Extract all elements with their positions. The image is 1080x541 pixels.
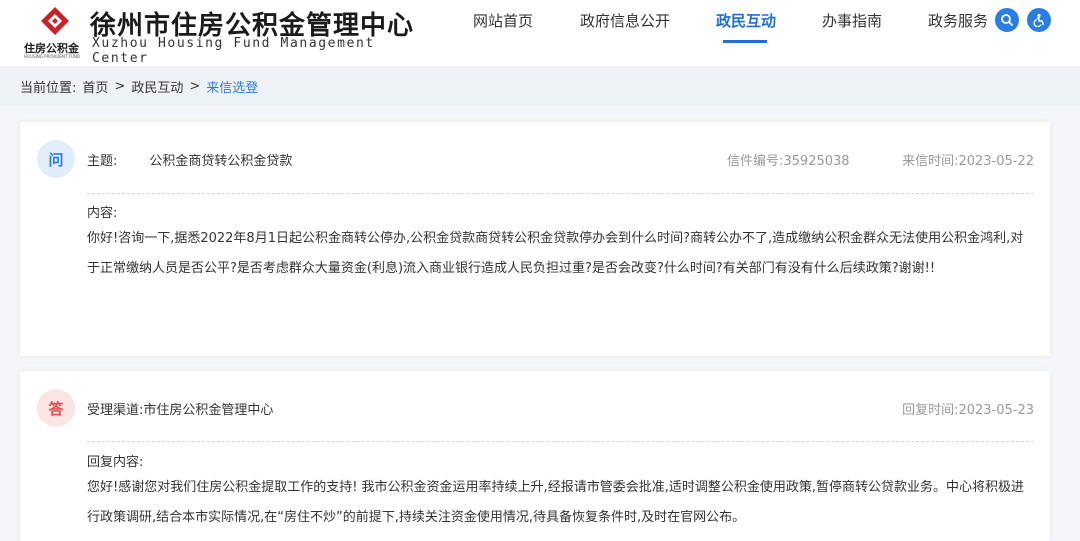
nav-guide[interactable]: 办事指南 (822, 0, 882, 44)
channel-text: 受理渠道:市住房公积金管理中心 (87, 403, 274, 418)
breadcrumb-current[interactable]: 来信选登 (206, 77, 258, 96)
site-logo[interactable]: 住房公积金 HOUSING PROVIDENT FUND 徐州市住房公积金管理中… (22, 4, 422, 66)
search-button[interactable] (995, 8, 1019, 32)
nav-home[interactable]: 网站首页 (473, 0, 533, 44)
breadcrumb-home[interactable]: 首页 (82, 77, 108, 96)
breadcrumb-separator: > (189, 78, 201, 94)
answer-card: 答 受理渠道:市住房公积金管理中心 回复时间:2023-05-23 回复内容: … (20, 371, 1050, 541)
reply-content-label: 回复内容: (87, 455, 144, 470)
accessibility-button[interactable] (1027, 8, 1051, 32)
divider (87, 441, 1034, 442)
letter-number: 信件编号:35925038 (727, 154, 850, 169)
breadcrumb-prefix: 当前位置: (20, 80, 77, 96)
nav-interaction[interactable]: 政民互动 (716, 0, 776, 44)
reply-date: 回复时间:2023-05-23 (902, 403, 1034, 418)
question-badge: 问 (37, 140, 75, 178)
question-content: 你好!咨询一下,据悉2022年8月1日起公积金商转公停办,公积金贷款商贷转公积金… (87, 231, 1024, 276)
subject-text: 公积金商贷转公积金贷款 (149, 154, 293, 169)
question-card: 问 主题: 公积金商贷转公积金贷款 信件编号:35925038 来信时间:202… (20, 122, 1050, 356)
divider (87, 193, 1034, 194)
search-icon (1001, 14, 1014, 27)
breadcrumb: 当前位置: 首页 > 政民互动 > 来信选登 (0, 66, 1080, 106)
question-header: 主题: 公积金商贷转公积金贷款 信件编号:35925038 来信时间:2023-… (87, 150, 1034, 169)
nav-gov-info[interactable]: 政府信息公开 (580, 0, 670, 44)
breadcrumb-separator: > (114, 78, 126, 94)
breadcrumb-interaction[interactable]: 政民互动 (131, 77, 183, 96)
site-title-en: Xuzhou Housing Fund Management Center (92, 36, 375, 66)
site-header: 住房公积金 HOUSING PROVIDENT FUND 徐州市住房公积金管理中… (0, 0, 1080, 66)
accessibility-icon (1033, 13, 1045, 27)
logo-small-en: HOUSING PROVIDENT FUND (24, 54, 80, 59)
content-label: 内容: (87, 206, 118, 221)
answer-header: 受理渠道:市住房公积金管理中心 回复时间:2023-05-23 (87, 399, 1034, 418)
answer-badge: 答 (37, 389, 75, 427)
answer-content: 您好!感谢您对我们住房公积金提取工作的支持! 我市公积金资金运用率持续上升,经报… (87, 480, 1024, 525)
letter-date: 来信时间:2023-05-22 (902, 154, 1034, 169)
logo-diamond-icon (41, 7, 69, 35)
subject-label: 主题: (87, 154, 118, 169)
nav-services[interactable]: 政务服务 (928, 0, 988, 44)
nav-active-underline (723, 40, 767, 43)
